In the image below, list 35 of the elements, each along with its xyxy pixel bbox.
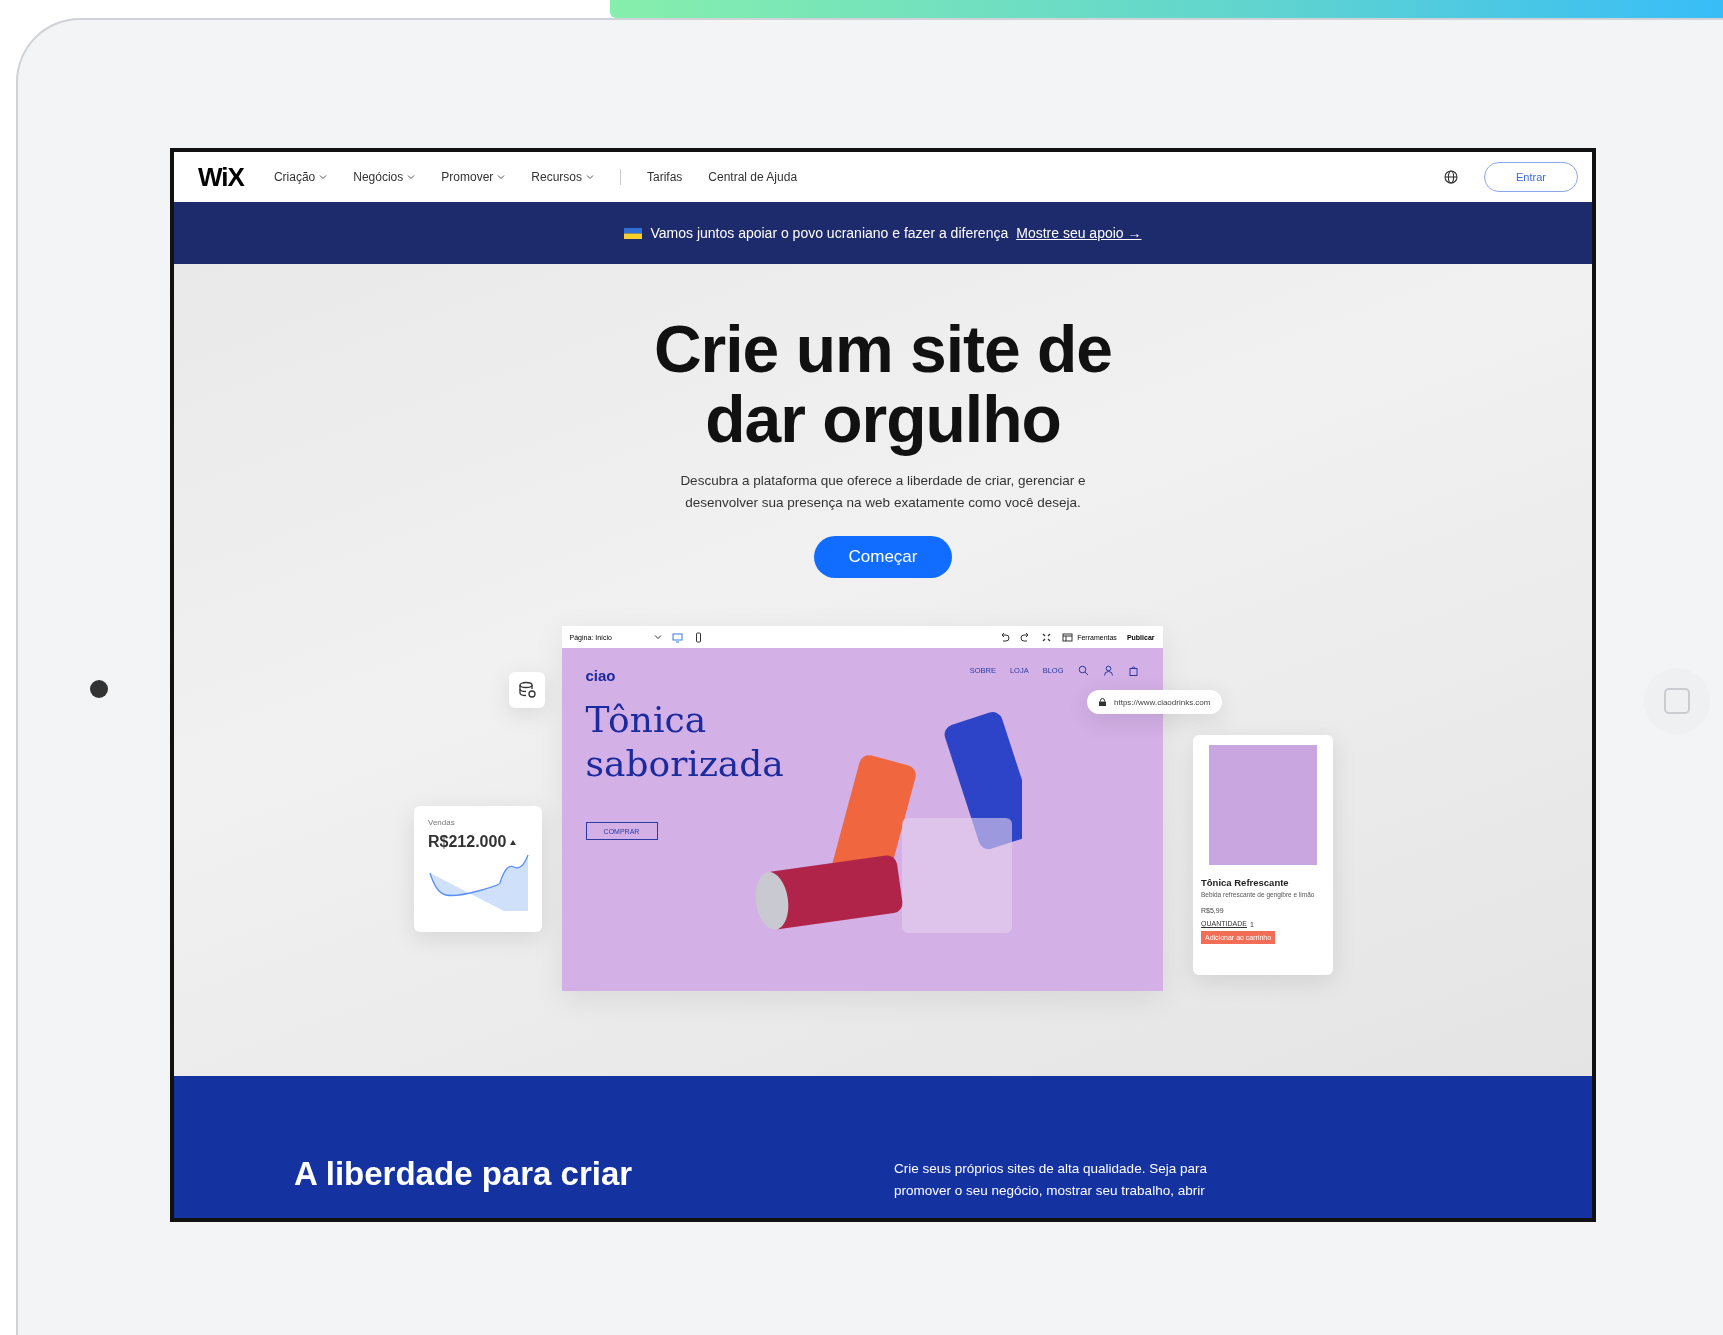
sales-label: Vendas [428,818,456,827]
site-headline: Tônica saborizada [585,698,785,786]
globe-icon [1444,170,1458,184]
undo-icon [999,631,1011,643]
search-icon [1077,664,1089,676]
person-icon [1102,664,1114,676]
sales-value: R$212.000 [428,833,507,851]
support-link[interactable]: Mostre seu apoio → [1016,225,1142,241]
section-text: Crie seus próprios sites de alta qualidade. Seja para promover o seu negócio, mostrar seu trabalho, abrir [894,1160,1208,1200]
flag-icon [624,227,643,239]
nav-menu[interactable]: Negócios [353,170,416,184]
banner-text: Vamos juntos apoiar o povo ucraniano e fazer a diferença [650,225,1009,241]
bag-icon [1127,664,1139,676]
nav-menu[interactable]: Recursos [531,170,594,184]
section-title: A liberdade para criar [294,1154,634,1194]
logo[interactable]: WiX [198,161,244,193]
camera-icon [90,680,108,698]
panel-icon [1062,631,1074,643]
lock-icon [1099,698,1106,706]
hero-subtitle: Descubra a plataforma que oferece a liberdade de criar, gerenciar e desenvolver sua presença na web exatamente como você deseja. [679,472,1087,512]
arrow-up-icon [510,839,517,845]
nav-link[interactable]: Tarifas [647,170,683,184]
hero-title: Crie um site de dar orgulho [652,314,1114,454]
site-logo: ciao [585,666,616,684]
product-name: Tônica Refrescante [1201,877,1290,888]
desktop-icon [671,631,683,643]
login-button[interactable]: Entrar [1484,162,1578,192]
chevron-icon [653,634,662,640]
nav-menu[interactable]: Criação [273,170,328,184]
database-icon [517,680,537,700]
start-button[interactable]: Começar [814,536,952,578]
nav-link[interactable]: Central de Ajuda [708,170,798,184]
url-text: https://www.ciaodrinks.com [1114,697,1211,707]
fit-icon [1041,631,1053,643]
nav-menu[interactable]: Promover [441,170,506,184]
